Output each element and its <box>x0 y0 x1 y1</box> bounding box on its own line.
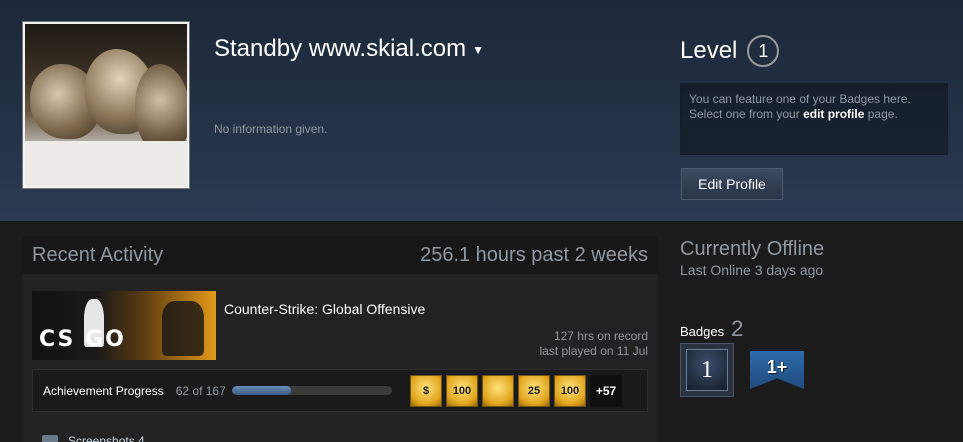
badges-count: 2 <box>731 316 744 341</box>
last-online: Last Online 3 days ago <box>680 262 824 278</box>
more-achievements-button[interactable]: +57 <box>590 375 622 407</box>
online-status: Currently Offline <box>680 238 825 260</box>
activity-header: Recent Activity 256.1 hours past 2 weeks <box>22 236 658 274</box>
avatar-image <box>25 24 187 186</box>
recent-activity-panel: Recent Activity 256.1 hours past 2 weeks… <box>22 236 658 442</box>
achievement-count: 62 of 167 <box>175 383 226 398</box>
game-capsule[interactable]: CS GO <box>32 291 216 360</box>
achievement-progress-fill <box>231 386 292 395</box>
level-label: Level <box>680 37 738 64</box>
screenshots-label: Screenshots 4 <box>68 434 145 442</box>
soldier-silhouette-icon <box>162 301 204 356</box>
profile-summary: No information given. <box>214 122 328 136</box>
badge-ribbon-value: 1+ <box>766 357 788 377</box>
achievement-icons: $100 25 100 +57 <box>410 375 622 407</box>
level-badge[interactable]: 1 <box>747 35 780 67</box>
game-row: CS GO Counter-Strike: Global Offensive 1… <box>32 291 648 361</box>
hundred-achievement-icon[interactable]: 100 <box>446 375 478 407</box>
csgo-logo: CS GO <box>39 327 126 352</box>
badges-label: Badges <box>680 324 725 339</box>
game-stats: 127 hrs on record last played on 11 Jul <box>539 329 648 359</box>
persona-name[interactable]: Standby www.skial.com ▼ <box>214 35 484 63</box>
pistol-achievement-icon[interactable]: 100 <box>554 375 586 407</box>
camera-icon <box>42 435 58 442</box>
edit-profile-button[interactable]: Edit Profile <box>681 168 783 200</box>
dollar-achievement-icon[interactable]: $ <box>410 375 442 407</box>
last-played: last played on 11 Jul <box>539 344 648 358</box>
screenshots-row[interactable]: Screenshots 4 <box>42 434 145 442</box>
featured-badge-box: You can feature one of your Badges here.… <box>680 83 948 155</box>
achievement-progress-bar <box>231 386 392 395</box>
twentyfive-achievement-icon[interactable]: 25 <box>518 375 550 407</box>
profile-header: Standby www.skial.com ▼ No information gi… <box>0 0 963 222</box>
activity-title: Recent Activity <box>32 243 164 266</box>
avatar[interactable] <box>22 21 190 189</box>
edit-profile-link[interactable]: edit profile <box>803 107 864 121</box>
achievement-progress-box: Achievement Progress 62 of 167 $100 25 100… <box>32 369 648 412</box>
hours-on-record: 127 hrs on record <box>553 329 648 343</box>
caret-down-icon[interactable]: ▼ <box>472 43 484 57</box>
game-name-link[interactable]: Counter-Strike: Global Offensive <box>224 301 425 317</box>
achievement-progress-label[interactable]: Achievement Progress <box>43 384 164 398</box>
badges-header[interactable]: Badges 2 <box>680 316 743 342</box>
badge-ribbon[interactable]: 1+ <box>750 351 804 389</box>
feature-text-2: page. <box>867 107 898 121</box>
activity-hours: 256.1 hours past 2 weeks <box>420 243 648 266</box>
level-section: Level 1 <box>680 35 780 67</box>
persona-name-text: Standby www.skial.com <box>214 35 467 62</box>
snow-shape <box>25 141 187 186</box>
badge-years-value: 1 <box>686 349 728 391</box>
rifles-achievement-icon[interactable] <box>482 375 514 407</box>
badge-years-of-service[interactable]: 1 <box>680 343 734 397</box>
